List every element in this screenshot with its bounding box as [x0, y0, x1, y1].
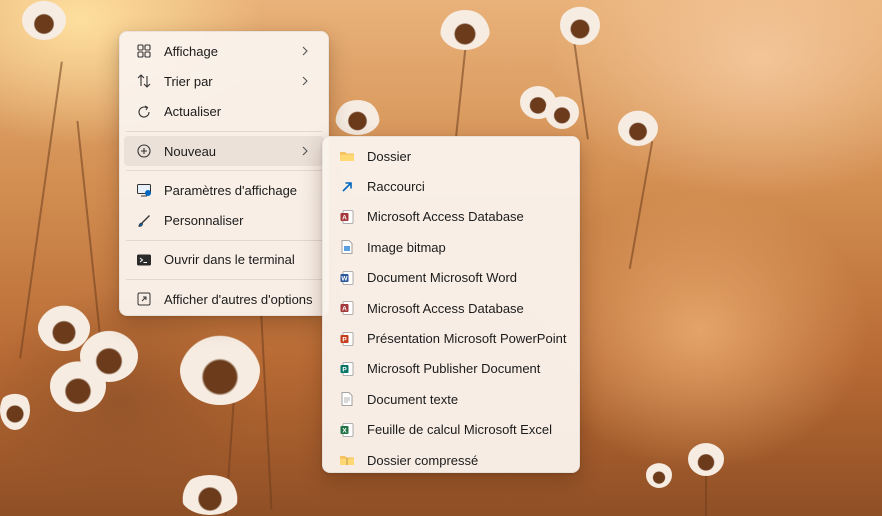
submenu-item-label: Document Microsoft Word [367, 270, 518, 286]
menu-item-label: Ouvrir dans le terminal [164, 252, 295, 268]
menu-item-label: Personnaliser [164, 213, 244, 229]
chevron-right-icon [302, 146, 308, 156]
zip-folder-icon [339, 452, 355, 468]
menu-item-parametres-affichage[interactable]: Paramètres d'affichage [124, 175, 324, 205]
bitmap-icon [339, 239, 355, 255]
word-icon: W [339, 270, 355, 286]
excel-icon: X [339, 422, 355, 438]
menu-item-label: Actualiser [164, 104, 222, 120]
submenu-item-label: Raccourci [367, 179, 425, 195]
text-document-icon [339, 391, 355, 407]
menu-item-autres-options[interactable]: Afficher d'autres d'options [124, 284, 324, 314]
menu-item-affichage[interactable]: Affichage [124, 36, 324, 66]
more-options-icon [136, 291, 152, 307]
submenu-item-label: Microsoft Access Database [367, 209, 524, 225]
new-item-submenu: Dossier Raccourci A Microsoft Access Dat… [322, 136, 580, 473]
submenu-item-dossier[interactable]: Dossier [327, 141, 575, 171]
svg-text:W: W [341, 275, 348, 282]
submenu-item-zip-folder[interactable]: Dossier compressé [327, 445, 575, 475]
sort-arrows-icon [136, 73, 152, 89]
refresh-icon [136, 104, 152, 120]
display-settings-icon [136, 182, 152, 198]
svg-text:X: X [342, 427, 347, 434]
svg-text:A: A [342, 214, 347, 221]
menu-item-label: Nouveau [164, 143, 217, 159]
powerpoint-icon: P [339, 331, 355, 347]
menu-item-personnaliser[interactable]: Personnaliser [124, 205, 324, 235]
menu-item-label: Afficher d'autres d'options [164, 291, 313, 307]
submenu-item-label: Microsoft Publisher Document [367, 361, 541, 377]
submenu-item-publisher[interactable]: P Microsoft Publisher Document [327, 354, 575, 384]
access-icon: A [339, 209, 355, 225]
menu-item-actualiser[interactable]: Actualiser [124, 97, 324, 127]
svg-text:P: P [342, 336, 347, 343]
menu-separator [126, 130, 322, 132]
submenu-item-access-database-2[interactable]: A Microsoft Access Database [327, 293, 575, 323]
svg-text:P: P [342, 366, 347, 373]
submenu-item-label: Document texte [367, 391, 459, 407]
menu-item-label: Paramètres d'affichage [164, 182, 298, 198]
submenu-item-label: Dossier compressé [367, 452, 479, 468]
menu-item-label: Affichage [164, 43, 218, 59]
add-circle-icon [136, 143, 152, 159]
menu-item-trier-par[interactable]: Trier par [124, 66, 324, 96]
submenu-item-label: Image bitmap [367, 239, 446, 255]
menu-separator [126, 279, 322, 281]
brush-icon [136, 213, 152, 229]
folder-icon [339, 148, 355, 164]
submenu-item-label: Présentation Microsoft PowerPoint [367, 331, 567, 347]
access-icon: A [339, 300, 355, 316]
svg-text:A: A [342, 306, 347, 313]
submenu-item-excel[interactable]: X Feuille de calcul Microsoft Excel [327, 415, 575, 445]
submenu-item-label: Feuille de calcul Microsoft Excel [367, 422, 552, 438]
menu-separator [126, 170, 322, 172]
submenu-item-text-document[interactable]: Document texte [327, 384, 575, 414]
menu-item-label: Trier par [164, 73, 213, 89]
shortcut-icon [339, 179, 355, 195]
submenu-item-label: Dossier [367, 148, 412, 164]
desktop-context-menu: Affichage Trier par Actualiser Nouveau P… [119, 31, 329, 316]
chevron-right-icon [302, 77, 308, 86]
menu-item-nouveau[interactable]: Nouveau [124, 135, 324, 167]
terminal-icon [136, 252, 152, 268]
menu-item-ouvrir-terminal[interactable]: Ouvrir dans le terminal [124, 245, 324, 275]
publisher-icon: P [339, 361, 355, 377]
submenu-item-image-bitmap[interactable]: Image bitmap [327, 232, 575, 262]
submenu-item-access-database[interactable]: A Microsoft Access Database [327, 202, 575, 232]
submenu-item-word-document[interactable]: W Document Microsoft Word [327, 263, 575, 293]
grid-view-icon [136, 43, 152, 59]
submenu-item-powerpoint[interactable]: P Présentation Microsoft PowerPoint [327, 323, 575, 353]
submenu-item-label: Microsoft Access Database [367, 300, 524, 316]
submenu-item-raccourci[interactable]: Raccourci [327, 171, 575, 201]
chevron-right-icon [302, 46, 308, 56]
menu-separator [126, 239, 322, 241]
